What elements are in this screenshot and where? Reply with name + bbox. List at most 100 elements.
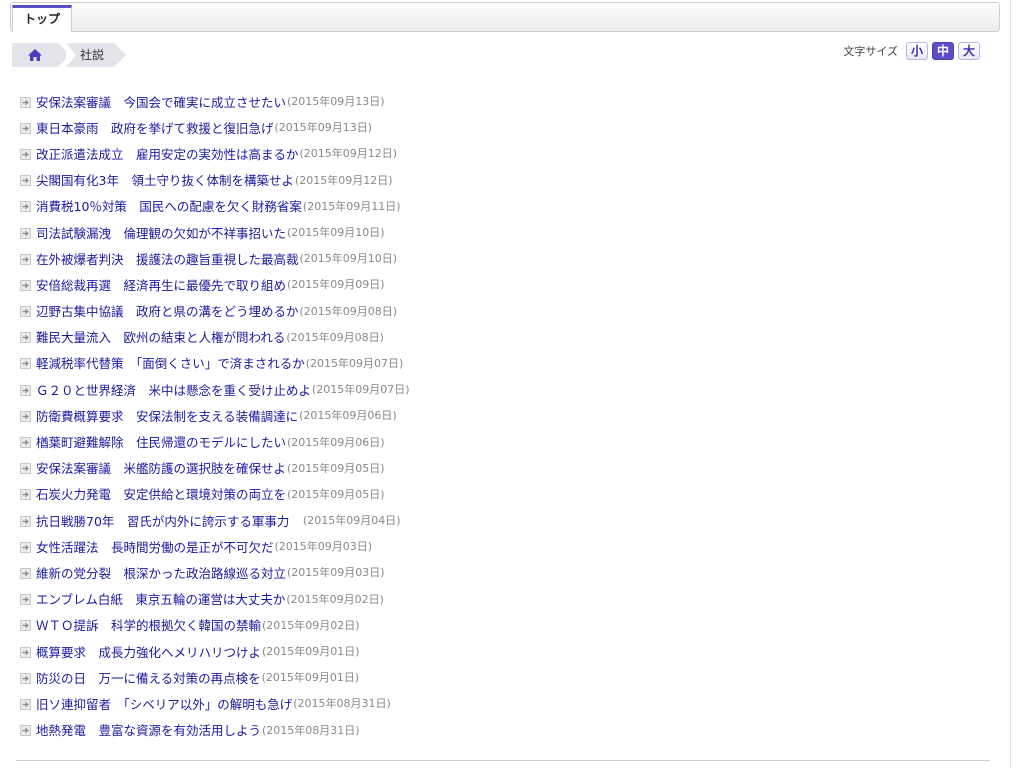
arrow-icon: [20, 200, 31, 213]
article-date: (2015年09月07日): [305, 356, 404, 370]
article-link[interactable]: 安倍総裁再選 経済再生に最優先で取り組め: [36, 275, 286, 294]
article-link[interactable]: 安保法案審議 米艦防護の選択肢を確保せよ: [36, 458, 286, 477]
article-link[interactable]: 防災の日 万一に備える対策の再点検を: [36, 668, 261, 687]
list-item: 司法試験漏洩 倫理観の欠如が不祥事招いた (2015年09月10日): [20, 219, 410, 245]
article-link[interactable]: 地熱発電 豊富な資源を有効活用しよう: [36, 720, 261, 739]
article-link[interactable]: 石炭火力発電 安定供給と環境対策の両立を: [36, 484, 286, 503]
arrow-icon: [20, 331, 31, 344]
article-date: (2015年09月08日): [286, 330, 384, 344]
article-date: (2015年09月03日): [274, 540, 373, 554]
article-link[interactable]: 東日本豪雨 政府を挙げて救援と復旧急げ: [36, 118, 274, 137]
article-date: (2015年09月12日): [294, 173, 393, 187]
article-link[interactable]: 維新の党分裂 根深かった政治路線巡る対立: [36, 563, 286, 582]
arrow-icon: [20, 174, 31, 187]
list-item: 概算要求 成長力強化へメリハリつけよ (2015年09月01日): [20, 638, 410, 664]
article-date: (2015年09月05日): [287, 461, 385, 475]
list-item: エンブレム白紙 東京五輪の運営は大丈夫か (2015年09月02日): [20, 586, 410, 612]
list-item: Ｇ２０と世界経済 米中は懸念を重く受け止めよ (2015年09月07日): [20, 376, 410, 402]
list-item: ＷＴＯ提訴 科学的根拠欠く韓国の禁輸 (2015年09月02日): [20, 612, 410, 638]
page-frame: トップ 社説 文字サイズ 小 中 大 安保法案審議 今国会で確実に成立させたい …: [0, 0, 1011, 768]
article-date: (2015年09月07日): [312, 383, 410, 397]
arrow-icon: [20, 148, 31, 160]
arrow-icon: [20, 462, 31, 475]
list-item: 石炭火力発電 安定供給と環境対策の両立を (2015年09月05日): [20, 481, 410, 507]
arrow-icon: [20, 672, 31, 684]
arrow-icon: [20, 384, 31, 396]
list-item: 防衛費概算要求 安保法制を支える装備調達に (2015年09月06日): [20, 402, 410, 428]
tab-top[interactable]: トップ: [12, 5, 72, 32]
article-link[interactable]: 尖閣国有化3年 領土守り抜く体制を構築せよ: [36, 170, 294, 189]
article-date: (2015年09月06日): [287, 435, 385, 449]
article-link[interactable]: 軽減税率代替策 「面倒くさい」で済まされるか: [36, 353, 305, 372]
article-link[interactable]: 概算要求 成長力強化へメリハリつけよ: [36, 642, 261, 661]
article-link[interactable]: Ｇ２０と世界経済 米中は懸念を重く受け止めよ: [36, 380, 311, 399]
arrow-icon: [20, 436, 31, 449]
article-link[interactable]: 旧ソ連抑留者 「シベリア以外」の解明も急げ: [36, 694, 292, 713]
article-date: (2015年09月09日): [287, 278, 385, 292]
article-date: (2015年09月13日): [274, 121, 373, 135]
article-link[interactable]: 女性活躍法 長時間労働の是正が不可欠だ: [36, 537, 274, 556]
article-link[interactable]: 司法試験漏洩 倫理観の欠如が不祥事招いた: [36, 223, 286, 242]
font-size-small-button[interactable]: 小: [906, 42, 928, 60]
article-link[interactable]: エンブレム白紙 東京五輪の運営は大丈夫か: [36, 589, 285, 608]
article-list: 安保法案審議 今国会で確実に成立させたい (2015年09月13日) 東日本豪雨…: [20, 88, 410, 743]
arrow-icon: [20, 227, 31, 239]
article-link[interactable]: 防衛費概算要求 安保法制を支える装備調達に: [36, 406, 298, 425]
list-item: 維新の党分裂 根深かった政治路線巡る対立 (2015年09月03日): [20, 559, 410, 585]
breadcrumb: 社説: [12, 43, 127, 67]
tab-bar: トップ: [10, 2, 1000, 32]
list-item: 地熱発電 豊富な資源を有効活用しよう (2015年08月31日): [20, 717, 410, 743]
arrow-icon: [20, 646, 31, 658]
divider: [16, 760, 990, 761]
article-date: (2015年09月12日): [299, 147, 398, 161]
list-item: 難民大量流入 欧州の結束と人権が問われる (2015年09月08日): [20, 324, 410, 350]
list-item: 安保法案審議 今国会で確実に成立させたい (2015年09月13日): [20, 88, 410, 114]
list-item: 防災の日 万一に備える対策の再点検を (2015年09月01日): [20, 664, 410, 690]
article-link[interactable]: 難民大量流入 欧州の結束と人権が問われる: [36, 327, 285, 346]
article-date: (2015年09月04日): [302, 514, 401, 528]
article-date: (2015年09月10日): [287, 226, 385, 240]
list-item: 東日本豪雨 政府を挙げて救援と復旧急げ (2015年09月13日): [20, 114, 410, 140]
arrow-icon: [20, 515, 31, 527]
article-link[interactable]: 在外被爆者判決 援護法の趣旨重視した最高裁: [36, 249, 299, 268]
article-date: (2015年08月31日): [293, 697, 391, 711]
list-item: 旧ソ連抑留者 「シベリア以外」の解明も急げ (2015年08月31日): [20, 690, 410, 716]
arrow-icon: [20, 567, 31, 579]
font-size-medium-button[interactable]: 中: [932, 42, 954, 60]
article-link[interactable]: 改正派遣法成立 雇用安定の実効性は高まるか: [36, 144, 299, 163]
article-date: (2015年09月01日): [262, 645, 360, 659]
article-link[interactable]: ＷＴＯ提訴 科学的根拠欠く韓国の禁輸: [36, 615, 261, 634]
arrow-icon: [20, 357, 31, 370]
list-item: 女性活躍法 長時間労働の是正が不可欠だ (2015年09月03日): [20, 533, 410, 559]
arrow-icon: [20, 410, 31, 422]
article-link[interactable]: 辺野古集中協議 政府と県の溝をどう埋めるか: [36, 301, 299, 320]
arrow-icon: [20, 279, 31, 291]
arrow-icon: [20, 122, 31, 134]
article-link[interactable]: 消費税10％対策 国民への配慮を欠く財務省案: [36, 196, 302, 215]
article-date: (2015年09月08日): [299, 304, 398, 318]
arrow-icon: [20, 619, 31, 632]
article-date: (2015年09月05日): [287, 487, 385, 501]
breadcrumb-home[interactable]: [12, 43, 70, 67]
list-item: 消費税10％対策 国民への配慮を欠く財務省案 (2015年09月11日): [20, 193, 410, 219]
arrow-icon: [20, 96, 31, 108]
list-item: 在外被爆者判決 援護法の趣旨重視した最高裁 (2015年09月10日): [20, 245, 410, 271]
arrow-icon: [20, 698, 31, 710]
font-size-large-button[interactable]: 大: [958, 42, 980, 60]
article-date: (2015年08月31日): [262, 723, 360, 737]
list-item: 楢葉町避難解除 住民帰還のモデルにしたい (2015年09月06日): [20, 428, 410, 454]
arrow-icon: [20, 724, 31, 737]
arrow-icon: [20, 305, 31, 318]
article-link[interactable]: 安保法案審議 今国会で確実に成立させたい: [36, 92, 286, 111]
article-link[interactable]: 楢葉町避難解除 住民帰還のモデルにしたい: [36, 432, 286, 451]
article-link[interactable]: 抗日戦勝70年 習氏が内外に誇示する軍事力: [36, 511, 302, 530]
article-date: (2015年09月02日): [262, 618, 360, 632]
arrow-icon: [20, 593, 31, 606]
article-date: (2015年09月13日): [287, 95, 385, 109]
list-item: 軽減税率代替策 「面倒くさい」で済まされるか (2015年09月07日): [20, 350, 410, 376]
list-item: 辺野古集中協議 政府と県の溝をどう埋めるか (2015年09月08日): [20, 298, 410, 324]
arrow-icon: [20, 488, 31, 501]
article-date: (2015年09月03日): [287, 566, 385, 580]
list-item: 抗日戦勝70年 習氏が内外に誇示する軍事力 (2015年09月04日): [20, 507, 410, 533]
font-size-selector: 文字サイズ 小 中 大: [843, 42, 980, 60]
